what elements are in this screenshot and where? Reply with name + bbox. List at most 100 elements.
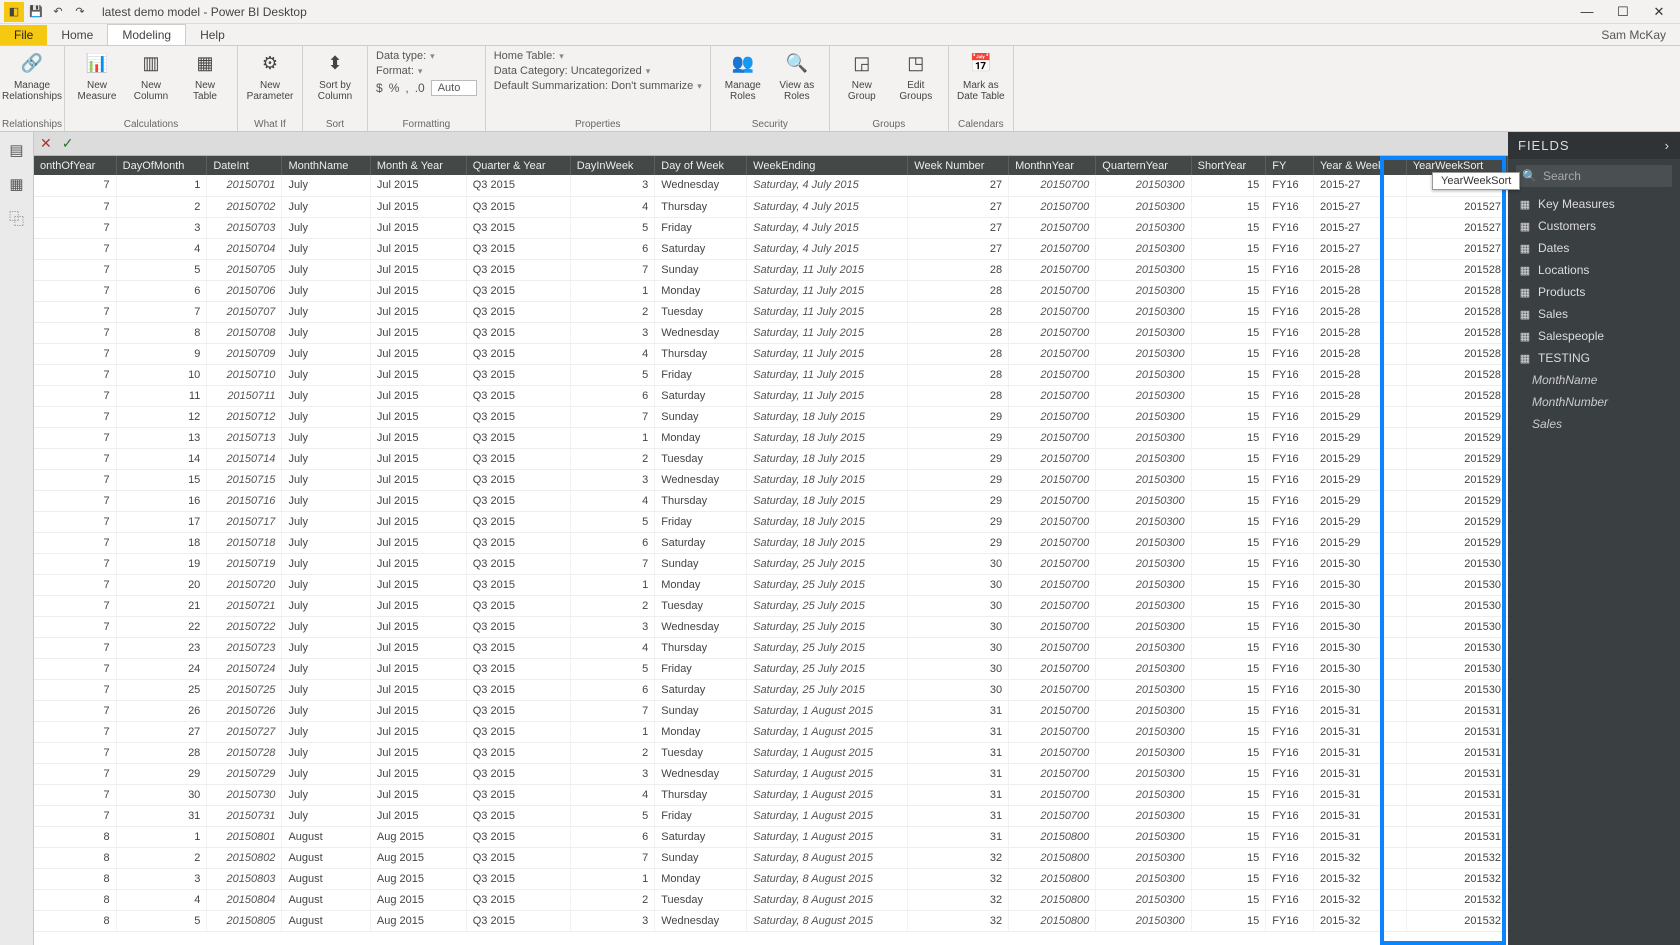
table-cell[interactable]: Jul 2015 <box>370 616 466 637</box>
datatype-dropdown[interactable]: Data type:▾ <box>376 50 477 62</box>
table-row[interactable]: 71620150716JulyJul 2015Q3 20154ThursdayS… <box>34 490 1508 511</box>
table-cell[interactable]: Wednesday <box>655 910 747 931</box>
table-cell[interactable]: July <box>282 343 370 364</box>
table-row[interactable]: 7120150701JulyJul 2015Q3 20153WednesdayS… <box>34 175 1508 196</box>
table-cell[interactable]: 15 <box>1191 511 1266 532</box>
table-cell[interactable]: 20150700 <box>1009 217 1096 238</box>
table-cell[interactable]: Monday <box>655 574 747 595</box>
table-cell[interactable]: Thursday <box>655 490 747 511</box>
table-cell[interactable]: 28 <box>908 301 1009 322</box>
table-cell[interactable]: 7 <box>34 406 116 427</box>
table-cell[interactable]: July <box>282 616 370 637</box>
table-cell[interactable]: 30 <box>908 658 1009 679</box>
table-cell[interactable]: 20150300 <box>1096 238 1191 259</box>
table-row[interactable]: 71020150710JulyJul 2015Q3 20155FridaySat… <box>34 364 1508 385</box>
table-cell[interactable]: Thursday <box>655 637 747 658</box>
table-cell[interactable]: FY16 <box>1266 532 1314 553</box>
table-cell[interactable]: Q3 2015 <box>466 742 570 763</box>
table-cell[interactable]: Saturday <box>655 385 747 406</box>
table-cell[interactable]: 20150300 <box>1096 616 1191 637</box>
table-cell[interactable]: FY16 <box>1266 700 1314 721</box>
table-cell[interactable]: Wednesday <box>655 175 747 196</box>
table-cell[interactable]: 201529 <box>1406 448 1507 469</box>
table-cell[interactable]: 7 <box>34 784 116 805</box>
column-header[interactable]: FY <box>1266 156 1314 175</box>
table-cell[interactable]: 4 <box>570 637 654 658</box>
table-cell[interactable]: Monday <box>655 868 747 889</box>
table-cell[interactable]: 20150300 <box>1096 805 1191 826</box>
data-view-icon[interactable]: ▦ <box>5 172 29 196</box>
table-cell[interactable]: 15 <box>1191 469 1266 490</box>
manage-roles-button[interactable]: 👥ManageRoles <box>719 48 767 102</box>
summarization-dropdown[interactable]: Default Summarization: Don't summarize▾ <box>494 80 702 92</box>
table-cell[interactable]: 2015-31 <box>1313 784 1406 805</box>
table-cell[interactable]: July <box>282 280 370 301</box>
table-cell[interactable]: 2015-29 <box>1313 448 1406 469</box>
table-cell[interactable]: 2015-28 <box>1313 322 1406 343</box>
table-cell[interactable]: FY16 <box>1266 427 1314 448</box>
table-cell[interactable]: Jul 2015 <box>370 721 466 742</box>
table-cell[interactable]: 201531 <box>1406 763 1507 784</box>
column-header[interactable]: WeekEnding <box>747 156 908 175</box>
table-cell[interactable]: FY16 <box>1266 721 1314 742</box>
table-cell[interactable]: 201527 <box>1406 238 1507 259</box>
table-cell[interactable]: 15 <box>1191 175 1266 196</box>
table-cell[interactable]: 20150300 <box>1096 742 1191 763</box>
table-cell[interactable]: 20150730 <box>207 784 282 805</box>
table-cell[interactable]: FY16 <box>1266 784 1314 805</box>
table-cell[interactable]: Saturday, 25 July 2015 <box>747 637 908 658</box>
table-cell[interactable]: 20150700 <box>1009 511 1096 532</box>
table-cell[interactable]: Q3 2015 <box>466 175 570 196</box>
table-cell[interactable]: 2015-28 <box>1313 364 1406 385</box>
table-cell[interactable]: 201528 <box>1406 385 1507 406</box>
column-header[interactable]: MonthName <box>282 156 370 175</box>
table-cell[interactable]: 31 <box>908 742 1009 763</box>
table-cell[interactable]: Monday <box>655 721 747 742</box>
table-cell[interactable]: 15 <box>1191 721 1266 742</box>
table-cell[interactable]: 20150704 <box>207 238 282 259</box>
table-cell[interactable]: 8 <box>34 868 116 889</box>
table-cell[interactable]: 2 <box>570 301 654 322</box>
table-row[interactable]: 72920150729JulyJul 2015Q3 20153Wednesday… <box>34 763 1508 784</box>
table-cell[interactable]: August <box>282 847 370 868</box>
fields-table-item[interactable]: ▦Sales <box>1508 303 1680 325</box>
table-cell[interactable]: Saturday, 18 July 2015 <box>747 406 908 427</box>
table-cell[interactable]: 15 <box>1191 784 1266 805</box>
table-cell[interactable]: Saturday, 8 August 2015 <box>747 910 908 931</box>
column-header[interactable]: DayOfMonth <box>116 156 207 175</box>
fields-search[interactable]: 🔍 Search <box>1516 165 1672 187</box>
table-cell[interactable]: Saturday, 8 August 2015 <box>747 889 908 910</box>
view-as-roles-button[interactable]: 🔍View asRoles <box>773 48 821 102</box>
table-cell[interactable]: 15 <box>1191 364 1266 385</box>
table-cell[interactable]: 201532 <box>1406 889 1507 910</box>
table-cell[interactable]: 7 <box>34 385 116 406</box>
table-cell[interactable]: 201530 <box>1406 637 1507 658</box>
table-cell[interactable]: 20150300 <box>1096 217 1191 238</box>
table-cell[interactable]: FY16 <box>1266 322 1314 343</box>
table-cell[interactable]: FY16 <box>1266 679 1314 700</box>
table-cell[interactable]: 15 <box>1191 385 1266 406</box>
table-cell[interactable]: 20150724 <box>207 658 282 679</box>
table-cell[interactable]: Saturday, 18 July 2015 <box>747 511 908 532</box>
table-cell[interactable]: 201529 <box>1406 469 1507 490</box>
table-cell[interactable]: 29 <box>908 511 1009 532</box>
table-cell[interactable]: 15 <box>1191 679 1266 700</box>
edit-groups-button[interactable]: ◳EditGroups <box>892 48 940 102</box>
table-cell[interactable]: 7 <box>570 700 654 721</box>
table-cell[interactable]: 26 <box>116 700 207 721</box>
table-cell[interactable]: 2 <box>570 742 654 763</box>
table-cell[interactable]: Saturday, 11 July 2015 <box>747 259 908 280</box>
table-cell[interactable]: 2015-27 <box>1313 175 1406 196</box>
table-cell[interactable]: 20 <box>116 574 207 595</box>
table-cell[interactable]: 15 <box>1191 553 1266 574</box>
table-cell[interactable]: Saturday <box>655 826 747 847</box>
table-cell[interactable]: 20150700 <box>1009 637 1096 658</box>
table-cell[interactable]: Monday <box>655 280 747 301</box>
table-cell[interactable]: 20150714 <box>207 448 282 469</box>
model-view-icon[interactable]: ⿻ <box>5 206 29 230</box>
table-cell[interactable]: Jul 2015 <box>370 805 466 826</box>
table-cell[interactable]: Saturday, 18 July 2015 <box>747 490 908 511</box>
table-cell[interactable]: 29 <box>908 448 1009 469</box>
table-row[interactable]: 8320150803AugustAug 2015Q3 20151MondaySa… <box>34 868 1508 889</box>
table-cell[interactable]: Q3 2015 <box>466 847 570 868</box>
